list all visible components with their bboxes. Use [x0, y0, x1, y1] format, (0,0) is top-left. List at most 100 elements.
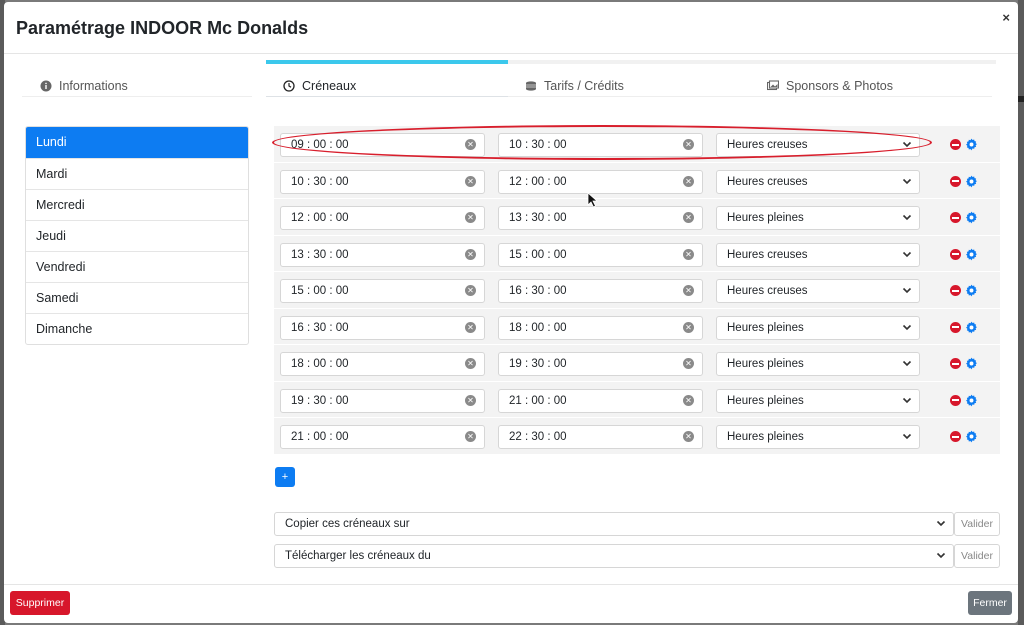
tab-creneaux[interactable]: Créneaux: [283, 76, 356, 96]
close-button[interactable]: Fermer: [968, 591, 1012, 615]
end-time-input[interactable]: 22 : 30 : 00 ✕: [498, 425, 703, 449]
remove-slot-icon[interactable]: [950, 431, 961, 442]
gear-icon[interactable]: [965, 175, 978, 188]
rate-type-select[interactable]: Heures creuses: [716, 169, 920, 194]
clear-icon[interactable]: ✕: [465, 358, 476, 369]
start-time-input[interactable]: 12 : 00 : 00 ✕: [280, 206, 485, 230]
remove-slot-icon[interactable]: [950, 285, 961, 296]
rate-type-value: Heures creuses: [727, 248, 808, 261]
clear-icon[interactable]: ✕: [683, 321, 694, 333]
clear-icon[interactable]: ✕: [465, 285, 476, 296]
remove-slot-icon[interactable]: [950, 248, 961, 260]
clear-icon[interactable]: ✕: [465, 212, 476, 223]
add-slot-button[interactable]: +: [275, 467, 295, 487]
close-icon[interactable]: ×: [1002, 10, 1010, 25]
rate-type-select[interactable]: Heures creuses: [716, 133, 920, 157]
start-time-input[interactable]: 15 : 00 : 00 ✕: [280, 279, 485, 303]
tab-label: Tarifs / Crédits: [544, 79, 624, 93]
remove-slot-icon[interactable]: [950, 212, 961, 223]
tab-informations[interactable]: Informations: [40, 76, 128, 96]
remove-slot-icon[interactable]: [950, 321, 961, 333]
day-item-vendredi[interactable]: Vendredi: [26, 251, 248, 282]
modal-title: Paramétrage INDOOR Mc Donalds: [16, 18, 309, 38]
remove-slot-icon[interactable]: [950, 139, 961, 150]
start-time-input[interactable]: 21 : 00 : 00 ✕: [280, 425, 485, 449]
start-time-input[interactable]: 10 : 30 : 00 ✕: [280, 169, 485, 194]
end-time-value: 10 : 30 : 00: [509, 139, 567, 151]
gear-icon[interactable]: [965, 284, 978, 297]
mouse-cursor-icon: [587, 192, 599, 208]
rate-type-select[interactable]: Heures pleines: [716, 315, 920, 340]
day-item-mercredi[interactable]: Mercredi: [26, 189, 248, 220]
start-time-input[interactable]: 13 : 30 : 00 ✕: [280, 242, 485, 267]
rate-type-value: Heures creuses: [727, 175, 808, 188]
remove-slot-icon[interactable]: [950, 394, 961, 406]
slot-row: 15 : 00 : 00 ✕ 16 : 30 : 00 ✕ Heures cre…: [274, 272, 1000, 309]
start-time-input[interactable]: 09 : 00 : 00 ✕: [280, 133, 485, 157]
end-time-input[interactable]: 16 : 30 : 00 ✕: [498, 279, 703, 303]
download-slots-label: Télécharger les créneaux du: [285, 550, 431, 562]
clear-icon[interactable]: ✕: [683, 248, 694, 260]
copy-validate-button[interactable]: Valider: [954, 512, 1000, 536]
clear-icon[interactable]: ✕: [465, 394, 476, 406]
clear-icon[interactable]: ✕: [465, 175, 476, 187]
slot-row: 19 : 30 : 00 ✕ 21 : 00 : 00 ✕ Heures ple…: [274, 381, 1000, 418]
gear-icon[interactable]: [965, 211, 978, 224]
rate-type-value: Heures creuses: [727, 285, 808, 297]
start-time-input[interactable]: 18 : 00 : 00 ✕: [280, 352, 485, 376]
gear-icon[interactable]: [965, 321, 978, 334]
rate-type-select[interactable]: Heures creuses: [716, 279, 920, 303]
end-time-value: 21 : 00 : 00: [509, 394, 567, 407]
clear-icon[interactable]: ✕: [465, 321, 476, 333]
start-time-value: 19 : 30 : 00: [291, 394, 349, 407]
clear-icon[interactable]: ✕: [683, 394, 694, 406]
day-item-mardi[interactable]: Mardi: [26, 158, 248, 189]
clear-icon[interactable]: ✕: [465, 431, 476, 442]
gear-icon[interactable]: [965, 394, 978, 407]
day-item-samedi[interactable]: Samedi: [26, 282, 248, 313]
gear-icon[interactable]: [965, 138, 978, 151]
start-time-input[interactable]: 19 : 30 : 00 ✕: [280, 388, 485, 413]
end-time-input[interactable]: 12 : 00 : 00 ✕: [498, 169, 703, 194]
start-time-value: 18 : 00 : 00: [291, 358, 349, 370]
copy-slots-select[interactable]: Copier ces créneaux sur: [274, 512, 954, 536]
remove-slot-icon[interactable]: [950, 358, 961, 369]
end-time-input[interactable]: 15 : 00 : 00 ✕: [498, 242, 703, 267]
rate-type-select[interactable]: Heures pleines: [716, 206, 920, 230]
end-time-input[interactable]: 13 : 30 : 00 ✕: [498, 206, 703, 230]
download-slots-select[interactable]: Télécharger les créneaux du: [274, 544, 954, 568]
clear-icon[interactable]: ✕: [465, 139, 476, 150]
gear-icon[interactable]: [965, 430, 978, 443]
end-time-input[interactable]: 19 : 30 : 00 ✕: [498, 352, 703, 376]
download-validate-button[interactable]: Valider: [954, 544, 1000, 568]
day-item-dimanche[interactable]: Dimanche: [26, 313, 248, 344]
tab-tarifs-credits[interactable]: Tarifs / Crédits: [525, 76, 624, 96]
slot-row: 21 : 00 : 00 ✕ 22 : 30 : 00 ✕ Heures ple…: [274, 418, 1000, 455]
day-item-jeudi[interactable]: Jeudi: [26, 220, 248, 251]
rate-type-select[interactable]: Heures pleines: [716, 425, 920, 449]
clear-icon[interactable]: ✕: [683, 285, 694, 296]
clear-icon[interactable]: ✕: [465, 248, 476, 260]
clear-icon[interactable]: ✕: [683, 212, 694, 223]
remove-slot-icon[interactable]: [950, 175, 961, 187]
clear-icon[interactable]: ✕: [683, 139, 694, 150]
rate-type-select[interactable]: Heures pleines: [716, 388, 920, 413]
day-item-lundi[interactable]: Lundi: [26, 127, 248, 158]
chevron-down-icon: [902, 324, 912, 330]
rate-type-select[interactable]: Heures creuses: [716, 242, 920, 267]
clear-icon[interactable]: ✕: [683, 358, 694, 369]
end-time-input[interactable]: 18 : 00 : 00 ✕: [498, 315, 703, 340]
delete-button[interactable]: Supprimer: [10, 591, 70, 615]
tab-sponsors-photos[interactable]: Sponsors & Photos: [767, 76, 893, 96]
settings-modal: Paramétrage INDOOR Mc Donalds × Informat…: [4, 2, 1018, 623]
clear-icon[interactable]: ✕: [683, 175, 694, 187]
slot-row: 09 : 00 : 00 ✕ 10 : 30 : 00 ✕ Heures cre…: [274, 126, 1000, 163]
rate-type-select[interactable]: Heures pleines: [716, 352, 920, 376]
gear-icon[interactable]: [965, 357, 978, 370]
clear-icon[interactable]: ✕: [683, 431, 694, 442]
gear-icon[interactable]: [965, 248, 978, 261]
end-time-input[interactable]: 10 : 30 : 00 ✕: [498, 133, 703, 157]
end-time-input[interactable]: 21 : 00 : 00 ✕: [498, 388, 703, 413]
start-time-input[interactable]: 16 : 30 : 00 ✕: [280, 315, 485, 340]
chevron-down-icon: [936, 552, 946, 559]
